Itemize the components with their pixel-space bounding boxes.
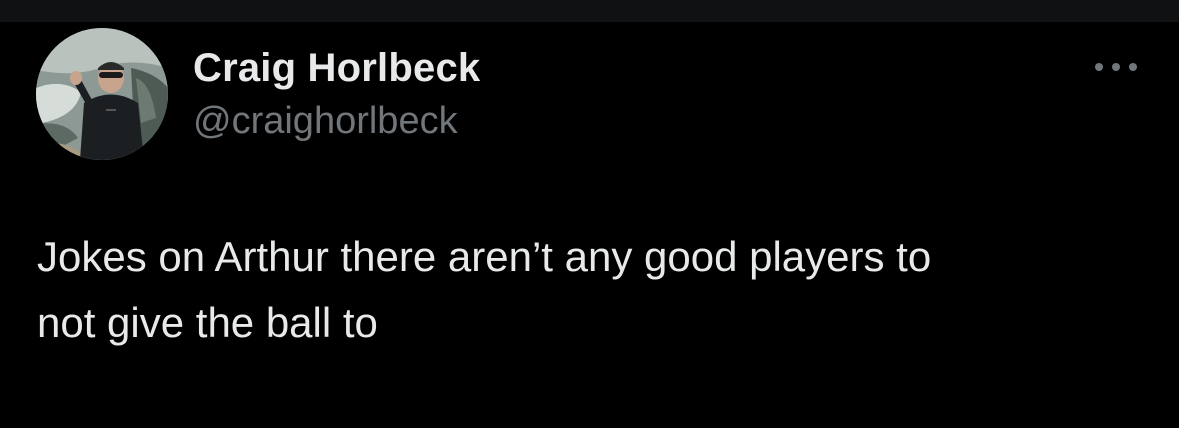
tweet-text: Jokes on Arthur there aren’t any good pl…	[37, 233, 932, 346]
tweet: Craig Horlbeck @craighorlbeck Jokes on A…	[0, 22, 1179, 428]
more-horizontal-icon	[1095, 63, 1137, 71]
top-strip	[0, 0, 1179, 22]
author-handle[interactable]: @craighorlbeck	[193, 100, 458, 143]
more-options-button[interactable]	[1090, 54, 1142, 80]
avatar[interactable]	[36, 28, 168, 160]
author-display-name[interactable]: Craig Horlbeck	[193, 46, 480, 91]
avatar-photo	[36, 28, 168, 160]
